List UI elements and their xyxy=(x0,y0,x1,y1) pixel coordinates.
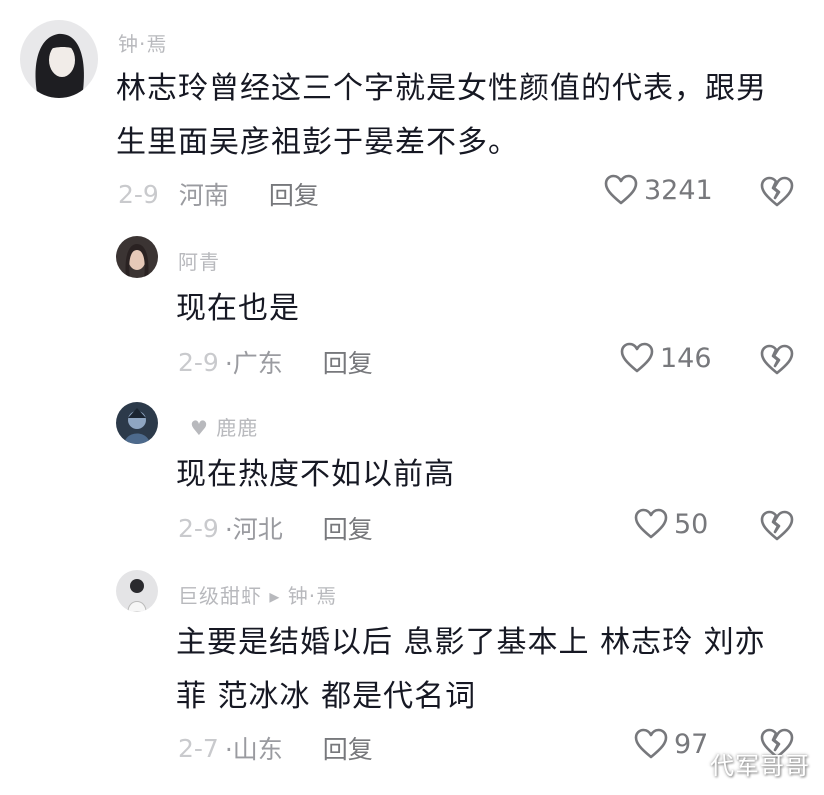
heart-outline-icon xyxy=(620,342,654,373)
avatar[interactable] xyxy=(116,236,158,278)
comment-location: 河南 xyxy=(178,181,229,210)
comment-text-line: 菲 范冰冰 都是代名词 xyxy=(176,679,477,714)
comment-text: 林志玲曾经这三个字就是女性颜值的代表，跟男 生里面吴彦祖彭于晏差不多。 xyxy=(116,62,796,170)
like-button[interactable]: 3241 xyxy=(604,174,713,206)
reply-button[interactable]: 回复 xyxy=(323,730,373,766)
broken-heart-icon xyxy=(760,344,794,375)
comment-meta: 2-9 河南 回复 xyxy=(118,176,319,212)
comment-meta: 2-7 ·山东 回复 xyxy=(178,730,373,766)
comment-date: 2-7 xyxy=(178,733,219,763)
heart-outline-icon xyxy=(604,174,638,205)
watermark: 代军哥哥 xyxy=(710,752,810,780)
comment-meta: 2-9 ·河北 回复 xyxy=(178,510,373,546)
comment-text: 现在热度不如以前高 xyxy=(176,457,455,492)
comment-date: 2-9 xyxy=(178,513,219,543)
reply-button[interactable]: 回复 xyxy=(323,510,373,546)
like-count: 3241 xyxy=(644,174,713,206)
avatar[interactable] xyxy=(116,570,158,612)
comment-text-line: 林志玲曾经这三个字就是女性颜值的代表，跟男 xyxy=(116,71,767,106)
broken-heart-icon xyxy=(760,176,794,207)
heart-outline-icon xyxy=(634,728,668,759)
comment-text-line: 主要是结婚以后 息影了基本上 林志玲 刘亦 xyxy=(176,625,766,660)
comment-username[interactable]: 阿青 xyxy=(178,246,220,275)
dislike-button[interactable] xyxy=(760,510,794,546)
like-button[interactable]: 50 xyxy=(634,508,708,540)
dislike-button[interactable] xyxy=(760,344,794,380)
like-count: 146 xyxy=(660,342,712,374)
avatar[interactable] xyxy=(116,402,158,444)
reply-button[interactable]: 回复 xyxy=(323,344,373,380)
comment-text: 现在也是 xyxy=(176,291,300,326)
comment-text-line: 生里面吴彦祖彭于晏差不多。 xyxy=(116,125,519,160)
comment-meta: 2-9 ·广东 回复 xyxy=(178,344,373,380)
comment-location: ·山东 xyxy=(224,735,283,764)
comment-username[interactable]: 巨级甜虾 ▸ 钟·焉 xyxy=(178,580,337,609)
dislike-button[interactable] xyxy=(760,176,794,212)
comment-date: 2-9 xyxy=(178,347,219,377)
comment-username[interactable]: 钟·焉 xyxy=(118,28,167,57)
avatar[interactable] xyxy=(20,20,98,98)
comment-location: ·河北 xyxy=(224,515,283,544)
like-button[interactable]: 146 xyxy=(620,342,712,374)
comment-text: 主要是结婚以后 息影了基本上 林志玲 刘亦 菲 范冰冰 都是代名词 xyxy=(176,616,796,724)
like-button[interactable]: 97 xyxy=(634,728,708,760)
reply-button[interactable]: 回复 xyxy=(269,176,319,212)
like-count: 97 xyxy=(674,728,709,760)
like-count: 50 xyxy=(674,508,709,540)
comment-date: 2-9 xyxy=(118,179,159,209)
comment-username[interactable]: ♥ 鹿鹿 xyxy=(190,412,258,441)
broken-heart-icon xyxy=(760,510,794,541)
comment-location: ·广东 xyxy=(224,349,283,378)
heart-outline-icon xyxy=(634,508,668,539)
